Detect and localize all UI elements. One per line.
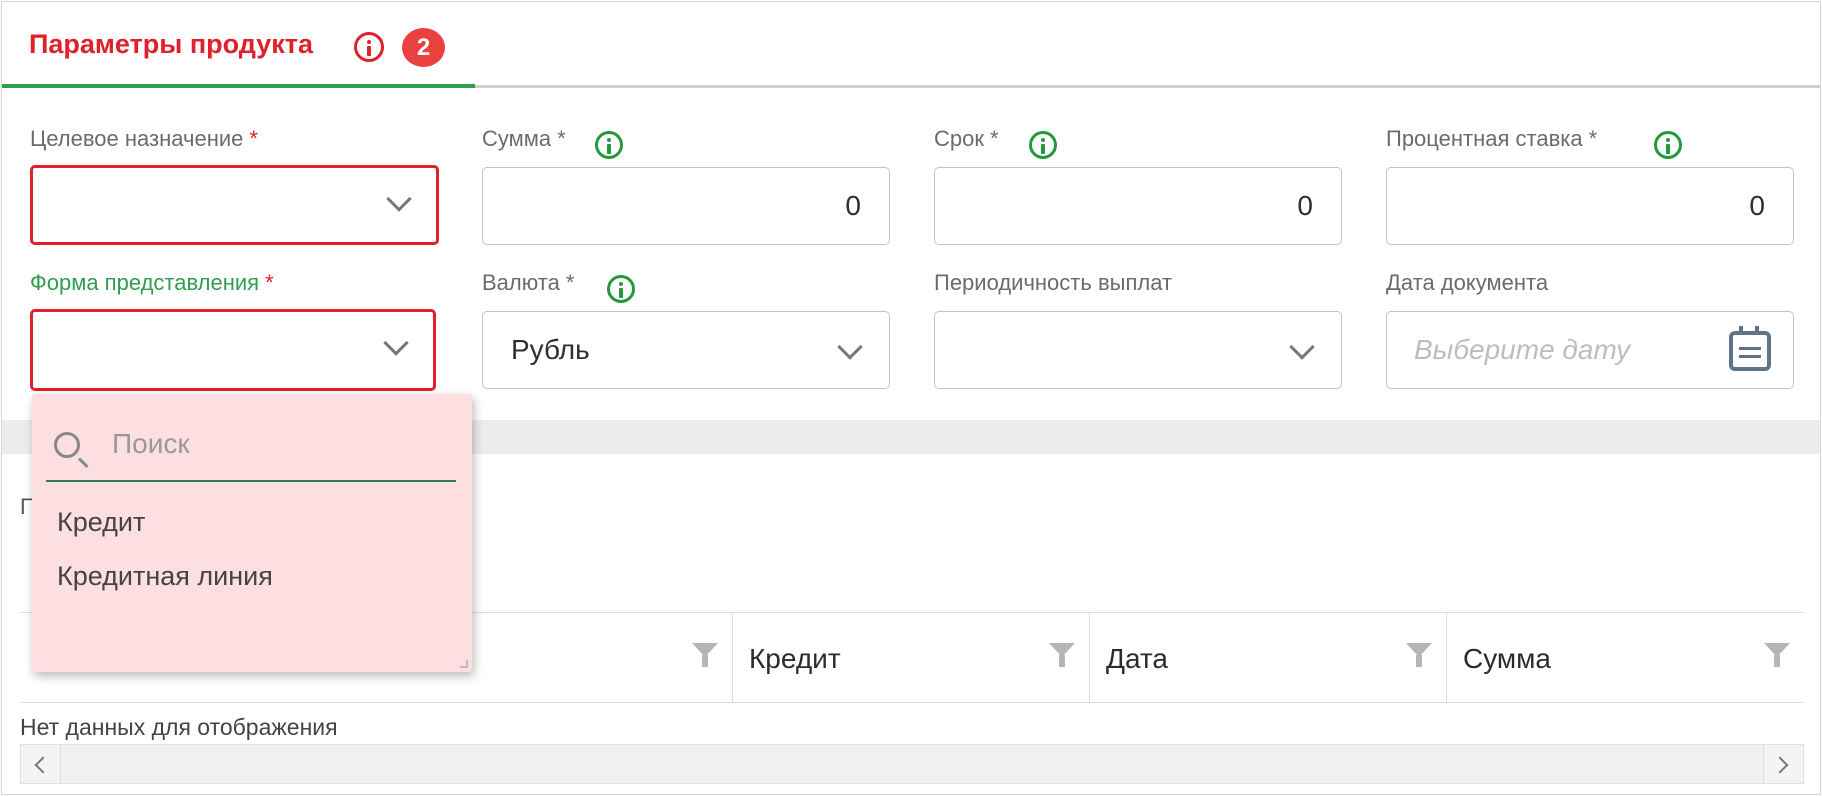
chevron-left-icon: [34, 756, 52, 774]
amount-info-icon[interactable]: [595, 131, 623, 159]
purpose-label: Целевое назначение *: [30, 126, 258, 152]
scroll-left-button[interactable]: [21, 745, 61, 783]
rate-label: Процентная ставка *: [1386, 126, 1597, 152]
chevron-down-icon: [386, 186, 412, 212]
product-parameters-panel: Параметры продукта 2 Целевое назначение *…: [1, 1, 1821, 795]
form-type-select[interactable]: [30, 309, 436, 391]
rate-input[interactable]: 0: [1386, 167, 1794, 245]
purpose-label-text: Целевое назначение: [30, 126, 244, 151]
empty-grid-message: Нет данных для отображения: [20, 714, 338, 740]
error-count-badge: 2: [402, 28, 445, 67]
tab-label: Параметры продукта: [29, 29, 314, 59]
periodicity-label-text: Периодичность выплат: [934, 270, 1173, 295]
doc-date-label-text: Дата документа: [1386, 270, 1549, 295]
filter-icon[interactable]: [1049, 643, 1075, 667]
tab-product-parameters[interactable]: Параметры продукта 2: [2, 2, 475, 88]
dropdown-option[interactable]: Кредит: [57, 507, 145, 538]
purpose-select[interactable]: [30, 165, 439, 245]
calendar-icon[interactable]: [1729, 326, 1771, 371]
chevron-right-icon: [1771, 756, 1789, 774]
currency-select[interactable]: Рубль: [482, 311, 890, 389]
error-info-icon[interactable]: [354, 32, 384, 62]
filter-icon[interactable]: [1406, 643, 1432, 667]
column-header-label: Кредит: [749, 643, 841, 674]
currency-label: Валюта *: [482, 270, 574, 296]
form-type-label: Форма представления *: [30, 270, 274, 296]
term-info-icon[interactable]: [1029, 131, 1057, 159]
currency-info-icon[interactable]: [607, 275, 635, 303]
form-type-dropdown: Кредит Кредитная линия: [32, 394, 472, 672]
column-header-date[interactable]: Дата: [1089, 613, 1446, 702]
doc-date-label: Дата документа: [1386, 270, 1548, 296]
chevron-down-icon: [1289, 334, 1315, 360]
rate-value: 0: [1749, 190, 1765, 221]
term-label-text: Срок: [934, 126, 984, 151]
amount-value: 0: [845, 190, 861, 221]
filter-icon[interactable]: [692, 643, 718, 667]
horizontal-scrollbar[interactable]: [20, 744, 1804, 784]
required-marker: *: [565, 270, 575, 295]
search-underline: [46, 480, 456, 482]
filter-icon[interactable]: [1764, 643, 1790, 667]
dropdown-search-input[interactable]: [112, 424, 432, 464]
amount-label: Сумма *: [482, 126, 566, 152]
column-header-credit[interactable]: Кредит: [732, 613, 1089, 702]
tab-bar: Параметры продукта 2: [2, 2, 1820, 88]
required-marker: *: [989, 126, 999, 151]
doc-date-placeholder: Выберите дату: [1414, 334, 1631, 365]
periodicity-label: Периодичность выплат: [934, 270, 1172, 296]
column-header-label: Сумма: [1463, 643, 1551, 674]
amount-label-text: Сумма: [482, 126, 552, 151]
required-marker: *: [557, 126, 566, 151]
required-marker: *: [265, 270, 274, 295]
chevron-down-icon: [383, 330, 409, 356]
resize-handle[interactable]: [460, 660, 468, 668]
term-value: 0: [1297, 190, 1313, 221]
doc-date-input[interactable]: Выберите дату: [1386, 311, 1794, 389]
chevron-down-icon: [837, 334, 863, 360]
search-icon: [54, 432, 80, 458]
required-marker: *: [249, 126, 258, 151]
required-marker: *: [1588, 126, 1598, 151]
periodicity-select[interactable]: [934, 311, 1342, 389]
dropdown-option[interactable]: Кредитная линия: [57, 561, 273, 592]
scroll-right-button[interactable]: [1763, 745, 1803, 783]
currency-label-text: Валюта: [482, 270, 560, 295]
rate-info-icon[interactable]: [1654, 131, 1682, 159]
column-header-amount[interactable]: Сумма: [1446, 613, 1804, 702]
column-header-label: Дата: [1106, 643, 1169, 674]
amount-input[interactable]: 0: [482, 167, 890, 245]
term-label: Срок *: [934, 126, 999, 152]
currency-value: Рубль: [511, 334, 590, 365]
term-input[interactable]: 0: [934, 167, 1342, 245]
form-type-label-text: Форма представления: [30, 270, 260, 295]
rate-label-text: Процентная ставка: [1386, 126, 1583, 151]
